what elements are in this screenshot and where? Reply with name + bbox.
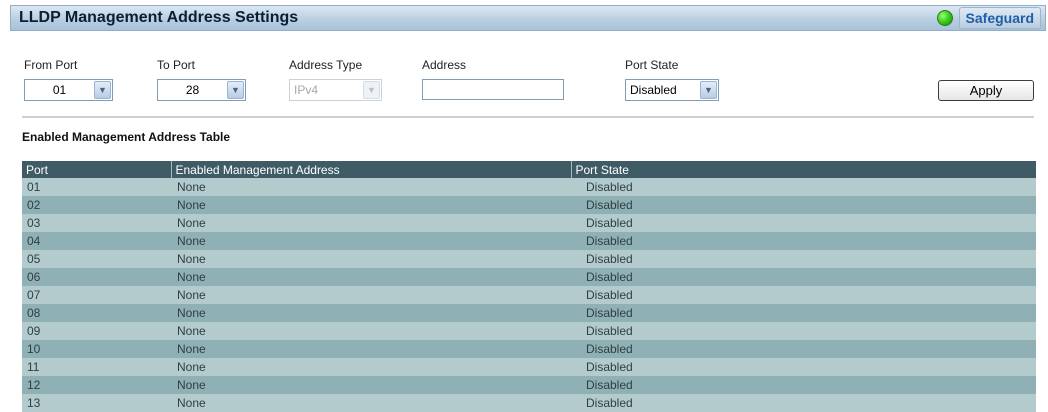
- table-row: 04 None Disabled: [22, 232, 1036, 250]
- address-label: Address: [422, 58, 467, 72]
- port-cell: 11: [22, 358, 171, 376]
- port-cell: 10: [22, 340, 171, 358]
- address-type-value: IPv4: [294, 83, 319, 97]
- from-port-value: 01: [52, 83, 67, 97]
- address-cell: None: [171, 286, 571, 304]
- to-port-label: To Port: [157, 58, 196, 72]
- address-type-select: IPv4 ▼: [289, 79, 382, 101]
- port-cell: 07: [22, 286, 171, 304]
- port-cell: 01: [22, 178, 171, 196]
- title-bar: LLDP Management Address Settings Safegua…: [10, 5, 1046, 31]
- from-port-select[interactable]: 01 ▼: [24, 79, 113, 101]
- table-row: 06 None Disabled: [22, 268, 1036, 286]
- table-row: 13 None Disabled: [22, 394, 1036, 412]
- management-address-table: Port Enabled Management Address Port Sta…: [22, 161, 1036, 412]
- port-cell: 02: [22, 196, 171, 214]
- divider: [22, 116, 1034, 118]
- port-cell: 12: [22, 376, 171, 394]
- address-cell: None: [171, 232, 571, 250]
- from-port-label: From Port: [24, 58, 78, 72]
- port-state-cell: Disabled: [571, 340, 1036, 358]
- port-state-cell: Disabled: [571, 286, 1036, 304]
- chevron-down-icon[interactable]: ▼: [227, 81, 244, 99]
- table-row: 10 None Disabled: [22, 340, 1036, 358]
- address-type-label: Address Type: [289, 58, 363, 72]
- table-row: 07 None Disabled: [22, 286, 1036, 304]
- port-state-cell: Disabled: [571, 304, 1036, 322]
- port-state-cell: Disabled: [571, 394, 1036, 412]
- apply-button[interactable]: Apply: [938, 80, 1034, 101]
- address-cell: None: [171, 358, 571, 376]
- port-state-cell: Disabled: [571, 376, 1036, 394]
- port-state-value: Disabled: [630, 83, 677, 97]
- address-input[interactable]: [422, 79, 564, 100]
- safeguard-label: Safeguard: [958, 7, 1041, 29]
- address-cell: None: [171, 376, 571, 394]
- table-row: 01 None Disabled: [22, 178, 1036, 196]
- port-state-cell: Disabled: [571, 196, 1036, 214]
- to-port-value: 28: [185, 83, 200, 97]
- address-cell: None: [171, 250, 571, 268]
- column-header: Enabled Management Address: [170, 161, 571, 178]
- address-cell: None: [171, 322, 571, 340]
- table-row: 09 None Disabled: [22, 322, 1036, 340]
- table-title: Enabled Management Address Table: [22, 130, 231, 144]
- port-state-cell: Disabled: [571, 250, 1036, 268]
- port-state-label: Port State: [625, 58, 679, 72]
- status-led-icon: [936, 10, 953, 26]
- table-row: 08 None Disabled: [22, 304, 1036, 322]
- chevron-down-icon[interactable]: ▼: [94, 81, 111, 99]
- table-row: 02 None Disabled: [22, 196, 1036, 214]
- address-cell: None: [171, 178, 571, 196]
- to-port-select[interactable]: 28 ▼: [157, 79, 246, 101]
- port-cell: 03: [22, 214, 171, 232]
- port-state-cell: Disabled: [571, 214, 1036, 232]
- chevron-down-icon: ▼: [363, 81, 380, 99]
- address-cell: None: [171, 214, 571, 232]
- table-row: 11 None Disabled: [22, 358, 1036, 376]
- port-state-cell: Disabled: [571, 322, 1036, 340]
- column-header: Port State: [570, 161, 1036, 178]
- address-cell: None: [171, 196, 571, 214]
- table-row: 05 None Disabled: [22, 250, 1036, 268]
- port-cell: 05: [22, 250, 171, 268]
- port-cell: 13: [22, 394, 171, 412]
- port-state-cell: Disabled: [571, 178, 1036, 196]
- address-cell: None: [171, 394, 571, 412]
- table-header-row: Port Enabled Management Address Port Sta…: [22, 161, 1036, 178]
- port-state-cell: Disabled: [571, 232, 1036, 250]
- port-cell: 06: [22, 268, 171, 286]
- port-state-cell: Disabled: [571, 268, 1036, 286]
- table-row: 12 None Disabled: [22, 376, 1036, 394]
- address-cell: None: [171, 304, 571, 322]
- port-state-cell: Disabled: [571, 358, 1036, 376]
- port-state-select[interactable]: Disabled ▼: [625, 79, 719, 101]
- table-row: 03 None Disabled: [22, 214, 1036, 232]
- chevron-down-icon[interactable]: ▼: [700, 81, 717, 99]
- address-cell: None: [171, 268, 571, 286]
- safeguard-indicator: Safeguard: [936, 7, 1045, 29]
- port-cell: 08: [22, 304, 171, 322]
- address-cell: None: [171, 340, 571, 358]
- port-cell: 09: [22, 322, 171, 340]
- page-title: LLDP Management Address Settings: [19, 9, 299, 26]
- column-header: Port: [22, 161, 171, 178]
- port-cell: 04: [22, 232, 171, 250]
